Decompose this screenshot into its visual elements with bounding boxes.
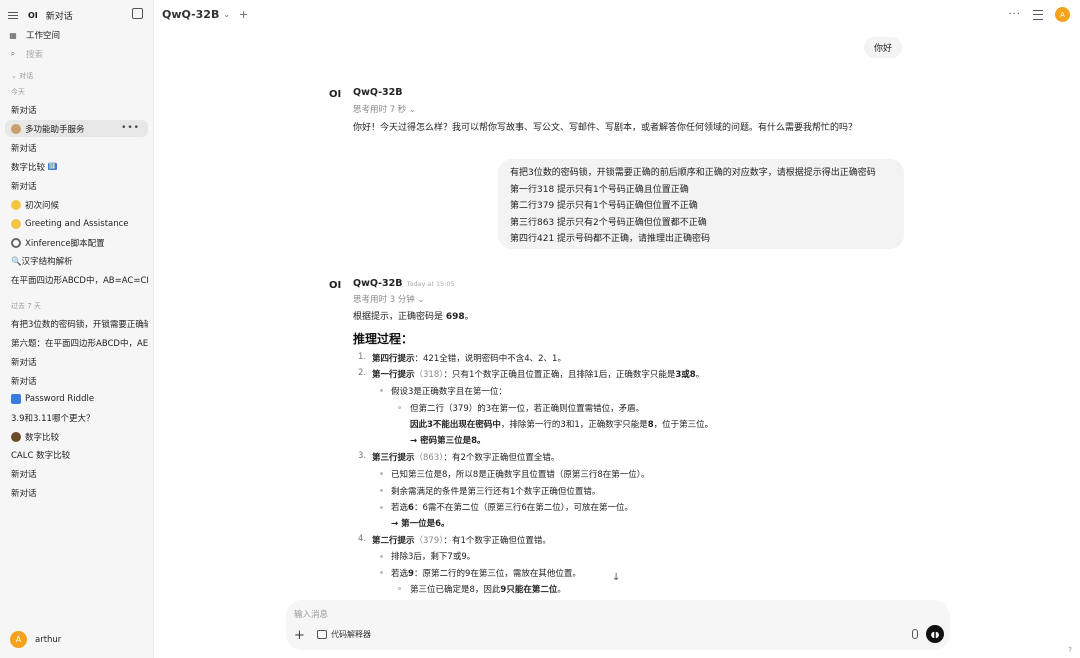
assistant-name: QwQ-32B [353, 87, 403, 98]
face-emoji-icon [11, 431, 21, 442]
chat-item[interactable]: 🔍汉字结构解析 [5, 252, 148, 269]
chat-item[interactable]: 初次问候 [5, 196, 148, 213]
grid-icon: ▦ [9, 30, 17, 40]
previous-7-days-label: 过去 7 天 [11, 302, 41, 310]
chat-item[interactable]: 新对话 [5, 484, 148, 501]
new-chat-icon[interactable] [132, 8, 143, 19]
answer-line: 根据提示，正确密码是 698。 [353, 312, 474, 322]
wave-emoji-icon [11, 199, 21, 210]
chat-item[interactable]: 新对话 [5, 465, 148, 482]
chat-item[interactable]: Greeting and Assistance [5, 215, 148, 232]
assistant-logo: OI [329, 280, 342, 291]
step-3: 第三行提示（863）：有2个数字正确但位置全错。 [372, 453, 560, 463]
add-model-icon[interactable]: + [239, 8, 248, 21]
scroll-down-icon[interactable]: ↓ [612, 572, 620, 583]
add-attachment-icon[interactable]: + [294, 628, 305, 643]
chevron-down-icon: ⌄ [223, 10, 231, 19]
user-name: arthur [35, 634, 62, 645]
search-icon: ⌕ [10, 49, 16, 58]
thought-toggle[interactable]: 思考用时 7 秒 ⌄ [353, 103, 416, 115]
chat-item[interactable]: 3.9和3.11哪个更大？ [5, 409, 148, 426]
assistant-message: 你好！今天过得怎么样？我可以帮你写故事、写公文、写邮件、写剧本，或者解答你任何领… [353, 123, 858, 133]
chat-item[interactable]: 数字比较 [5, 428, 148, 445]
chat-item[interactable]: 新对话 [5, 353, 148, 370]
sidebar: OI 新对话 ▦ 工作空间 ⌕ 搜索 ⌄ 对话 今天 新对话 多功能助手服务 •… [0, 0, 154, 658]
step-1: 第四行提示：421全错，说明密码中不含4、2、1。 [372, 354, 566, 364]
workspace-link[interactable]: ▦ 工作空间 [8, 27, 145, 43]
step-3-bullet: 若选6：6需不在第二位（原第三行6在第二位），可放在第一位。 [391, 503, 634, 513]
app-logo: OI [28, 10, 38, 20]
headphones-icon[interactable]: ◖◗ [926, 625, 944, 643]
menu-icon[interactable] [8, 9, 20, 21]
chat-item[interactable]: Xinference脚本配置 [5, 234, 148, 251]
chat-item[interactable]: 在平面四边形ABCD中，AB=AC=CD [5, 271, 148, 288]
new-chat-link[interactable]: 新对话 [46, 9, 73, 22]
gear-emoji-icon [11, 237, 21, 248]
step-2: 第一行提示（318）：只有1个数字正确且位置正确，且排除1后，正确数字只能是3或… [372, 370, 705, 380]
assistant-logo: OI [329, 89, 342, 100]
thought-toggle[interactable]: 思考用时 3 分钟 ⌄ [353, 293, 425, 305]
chats-section-label[interactable]: ⌄ 对话 [11, 71, 33, 81]
step-2-bullet: 假设3是正确数字且在第一位： [391, 387, 507, 397]
help-icon[interactable]: ? [1068, 646, 1072, 654]
chat-item[interactable]: 有把3位数的密码锁，开锁需要正确输 [5, 315, 148, 332]
step-2-sub: 因此3不能出现在密码中，排除第一行的3和1，正确数字只能是8，位于第三位。 [410, 420, 714, 430]
timestamp: Today at 15:05 [406, 280, 455, 288]
step-4-bullet: 排除3后，剩下7或9。 [391, 552, 476, 562]
reasoning-heading: 推理过程： [353, 332, 414, 346]
step-4-bullet: 若选9：原第二行的9在第三位，需放在其他位置。 [391, 569, 581, 579]
user-message: 有把3位数的密码锁，开锁需要正确的前后顺序和正确的对应数字，请根据提示得出正确密… [498, 159, 904, 249]
step-2-conclusion: → 密码第三位是8。 [410, 436, 486, 446]
search-box[interactable]: ⌕ 搜索 [8, 46, 145, 62]
step-4-sub: 第三位已确定是8，因此9只能在第二位。 [410, 585, 566, 595]
avatar[interactable]: A [1055, 7, 1070, 22]
code-icon [317, 630, 327, 639]
wave-emoji-icon [11, 218, 21, 229]
controls-icon[interactable] [1033, 9, 1043, 20]
code-interpreter-button[interactable]: 代码解释器 [317, 629, 371, 640]
lock-emoji-icon [11, 393, 21, 404]
sidebar-header: OI 新对话 [8, 6, 145, 24]
step-2-sub: 但第二行（379）的3在第一位，若正确则位置需错位，矛盾。 [410, 404, 645, 414]
chat-item[interactable]: 数字比较 🔢 [5, 158, 148, 175]
user-menu[interactable]: A arthur [10, 631, 61, 648]
chat-item[interactable]: 新对话 [5, 139, 148, 156]
today-label: 今天 [11, 88, 25, 96]
chevron-down-icon: ⌄ [409, 105, 417, 115]
model-selector[interactable]: QwQ-32B ⌄ + [162, 8, 248, 21]
user-message: 你好 [864, 37, 903, 58]
top-bar: QwQ-32B ⌄ + ··· A [154, 0, 1080, 30]
numbers-badge-icon: 🔢 [47, 163, 58, 170]
chevron-down-icon: ⌄ [417, 295, 425, 305]
chat-item[interactable]: 第六题：在平面四边形ABCD中，AE [5, 334, 148, 351]
more-icon[interactable]: ··· [1008, 9, 1021, 20]
chat-item[interactable]: 新对话 [5, 101, 148, 118]
message-input[interactable]: 输入消息 [294, 608, 328, 620]
more-icon[interactable]: ••• [121, 123, 140, 133]
chat-item-active[interactable]: 多功能助手服务 ••• [5, 120, 148, 137]
chat-item[interactable]: 新对话 [5, 177, 148, 194]
chat-item[interactable]: 新对话 [5, 372, 148, 389]
step-3-conclusion: → 第一位是6。 [391, 519, 450, 529]
microphone-icon[interactable] [912, 629, 918, 639]
assistant-name: QwQ-32B Today at 15:05 [353, 278, 455, 289]
chat-item[interactable]: Password Riddle [5, 390, 148, 407]
chat-item[interactable]: CALC 数字比较 [5, 446, 148, 463]
header-actions: ··· A [1008, 7, 1070, 22]
step-3-bullet: 已知第三位是8，所以8是正确数字且位置错（原第三行8在第一位）。 [391, 470, 650, 480]
robot-emoji-icon [11, 123, 21, 134]
avatar: A [10, 631, 27, 648]
step-3-bullet: 剩余需满足的条件是第三行还有1个数字正确但位置错。 [391, 487, 601, 497]
step-4: 第二行提示（379）：有1个数字正确但位置错。 [372, 536, 551, 546]
message-composer: 输入消息 + 代码解释器 ◖◗ [286, 600, 950, 650]
